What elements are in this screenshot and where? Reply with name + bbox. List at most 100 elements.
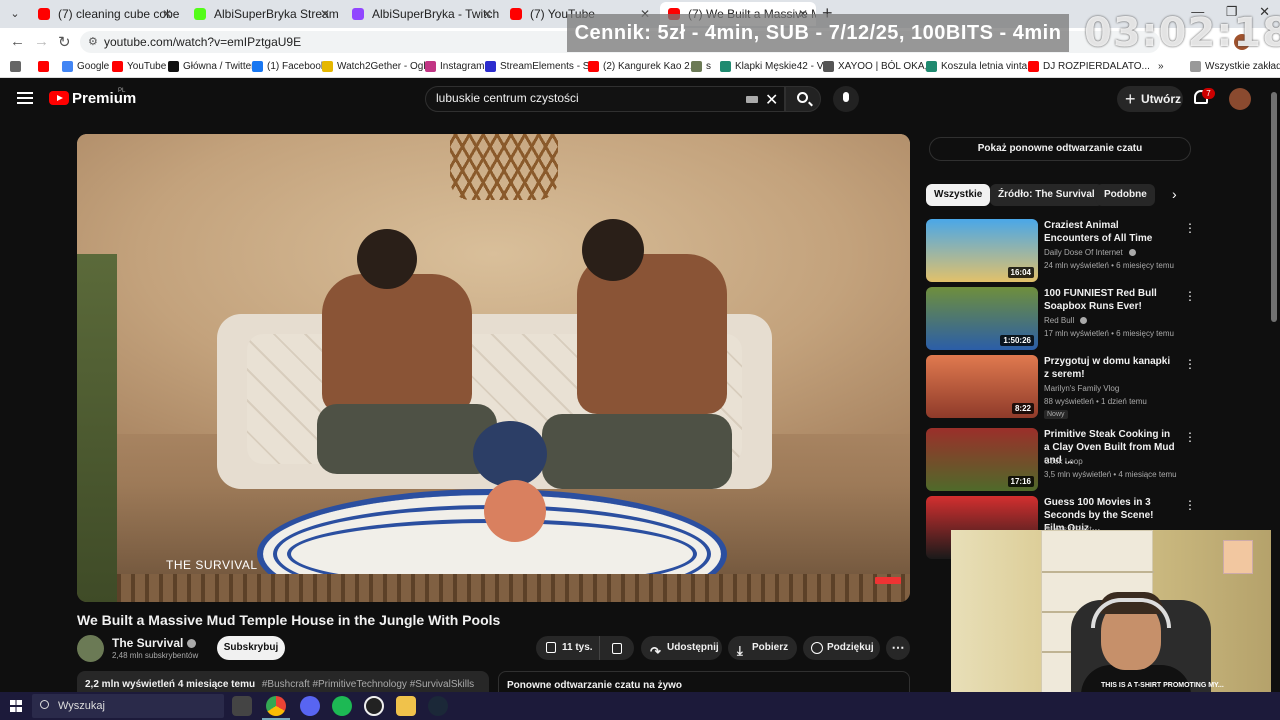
- vinted-icon: [926, 61, 937, 72]
- chevron-right-icon[interactable]: ›: [1172, 186, 1177, 202]
- chip-from-channel[interactable]: Źródło: The Survival: [990, 184, 1103, 206]
- recommendation-channel[interactable]: Red Bull: [1044, 316, 1088, 325]
- video-frame-cloth: [317, 404, 497, 474]
- bookmark-item[interactable]: Klapki Męskie42 - Vi...: [720, 60, 834, 74]
- brand-label[interactable]: Premium: [72, 90, 136, 107]
- bookmark-favicon-icon: [823, 61, 834, 72]
- tab-title: AlbiSuperBryka - Twitch: [372, 7, 500, 21]
- notifications-badge: 7: [1202, 88, 1215, 99]
- bookmark-item[interactable]: Google: [62, 60, 109, 74]
- stream-price-overlay: Cennik: 5zł - 4min, SUB - 7/12/25, 100BI…: [567, 14, 1069, 52]
- plus-icon: +: [1125, 89, 1136, 109]
- video-frame-cloth: [542, 414, 732, 489]
- create-button[interactable]: + Utwórz: [1117, 86, 1183, 112]
- keyboard-icon[interactable]: [746, 96, 758, 103]
- share-button[interactable]: ↷ Udostępnij: [641, 636, 722, 660]
- more-actions-button[interactable]: ⋯: [886, 636, 910, 660]
- account-avatar[interactable]: [1229, 88, 1251, 110]
- thanks-button[interactable]: Podziękuj: [803, 636, 880, 660]
- spotify-icon[interactable]: [332, 696, 352, 716]
- recommendation-thumbnail[interactable]: 1:50:26: [926, 287, 1038, 350]
- recommendation-channel[interactable]: Marilyn's Family Vlog: [1044, 384, 1119, 393]
- menu-icon[interactable]: [17, 92, 33, 104]
- more-vert-icon[interactable]: ⋮: [1184, 498, 1196, 512]
- close-tab-icon[interactable]: ✕: [482, 2, 492, 26]
- youtube-logo-icon[interactable]: [49, 91, 69, 105]
- video-frame-head: [357, 229, 417, 289]
- taskbar-search[interactable]: Wyszukaj: [32, 694, 224, 718]
- all-bookmarks[interactable]: Wszystkie zakładki: [1190, 60, 1280, 74]
- more-vert-icon[interactable]: ⋮: [1184, 221, 1196, 235]
- search-box[interactable]: ✕: [425, 86, 785, 112]
- bookmark-item[interactable]: Instagram: [425, 60, 484, 74]
- channel-name[interactable]: The Survival: [112, 636, 197, 650]
- more-vert-icon[interactable]: ⋮: [1184, 289, 1196, 303]
- browser-tab[interactable]: AlbiSuperBryka Stream - Kick D ✕: [186, 2, 338, 26]
- recommendation-item[interactable]: 8:22 Przygotuj w domu kanapki z serem! M…: [926, 355, 1196, 419]
- subscribe-watermark-icon[interactable]: [875, 577, 901, 584]
- bookmark-item[interactable]: Koszula letnia vinta...: [926, 60, 1036, 74]
- download-button[interactable]: ⤓ Pobierz: [728, 636, 797, 660]
- video-player[interactable]: THE SURVIVAL: [77, 134, 910, 602]
- bookmark-item[interactable]: s: [691, 60, 711, 74]
- bookmark-item[interactable]: XAYOO | BÓL OKA,...: [823, 60, 936, 74]
- thumbs-up-icon: [546, 642, 556, 653]
- search-button[interactable]: [785, 86, 821, 112]
- task-view-icon[interactable]: [232, 696, 252, 716]
- page-scrollbar[interactable]: [1271, 92, 1277, 322]
- thanks-icon: [811, 642, 823, 654]
- bookmark-item[interactable]: Główna / Twitter: [168, 60, 255, 74]
- recommendation-channel[interactable]: Cook Loop: [1044, 457, 1083, 466]
- close-tab-icon[interactable]: ✕: [320, 2, 330, 26]
- recommendation-thumbnail[interactable]: 16:04: [926, 219, 1038, 282]
- discord-icon[interactable]: [300, 696, 320, 716]
- recommendation-channel[interactable]: Daily Dose Of Internet: [1044, 248, 1136, 257]
- browser-tab[interactable]: AlbiSuperBryka - Twitch ✕: [344, 2, 500, 26]
- bookmark-item[interactable]: (1) Facebook: [252, 60, 326, 74]
- subscribe-button[interactable]: Subskrybuj: [217, 636, 285, 660]
- obs-icon[interactable]: [364, 696, 384, 716]
- bookmark-item[interactable]: Watch2Gether - Ogl...: [322, 60, 434, 74]
- like-dislike-group: 11 tys.: [536, 636, 634, 660]
- more-vert-icon[interactable]: ⋮: [1184, 430, 1196, 444]
- forward-arrow-icon[interactable]: →: [34, 33, 49, 50]
- recommendation-item[interactable]: 17:16 Primitive Steak Cooking in a Clay …: [926, 428, 1196, 492]
- show-chat-replay-button[interactable]: Pokaż ponowne odtwarzanie czatu: [929, 137, 1191, 161]
- more-bookmarks-icon[interactable]: »: [1158, 60, 1164, 74]
- bookmark-item[interactable]: (2) Kangurek Kao 2...: [588, 60, 698, 74]
- voice-search-button[interactable]: [833, 86, 859, 112]
- hashtags[interactable]: #Bushcraft #PrimitiveTechnology #Surviva…: [262, 679, 474, 690]
- chrome-icon[interactable]: [266, 696, 286, 716]
- clear-search-icon[interactable]: ✕: [765, 90, 778, 110]
- recommendation-thumbnail[interactable]: 8:22: [926, 355, 1038, 418]
- recommendation-title[interactable]: 100 FUNNIEST Red Bull Soapbox Runs Ever!: [1044, 287, 1176, 313]
- like-button[interactable]: 11 tys.: [536, 636, 600, 660]
- chip-all[interactable]: Wszystkie: [926, 184, 991, 206]
- recommendation-title[interactable]: Przygotuj w domu kanapki z serem!: [1044, 355, 1176, 381]
- recommendation-thumbnail[interactable]: 17:16: [926, 428, 1038, 491]
- reload-icon[interactable]: ↻: [58, 33, 71, 51]
- bookmark-item[interactable]: StreamElements - S...: [485, 60, 598, 74]
- bookmark-item[interactable]: YouTube: [112, 60, 166, 74]
- subscriber-count: 2,48 mln subskrybentów: [112, 651, 199, 660]
- browser-tab[interactable]: (7) cleaning cube cobelstone - Y ✕: [30, 2, 180, 26]
- vinted-icon: [720, 61, 731, 72]
- file-explorer-icon[interactable]: [396, 696, 416, 716]
- windows-start-icon[interactable]: [10, 700, 22, 712]
- chip-related[interactable]: Podobne: [1096, 184, 1155, 206]
- recommendation-item[interactable]: 16:04 Craziest Animal Encounters of All …: [926, 219, 1196, 283]
- site-info-icon[interactable]: ⚙: [88, 31, 98, 53]
- recommendation-item[interactable]: 1:50:26 100 FUNNIEST Red Bull Soapbox Ru…: [926, 287, 1196, 351]
- more-vert-icon[interactable]: ⋮: [1184, 357, 1196, 371]
- close-tab-icon[interactable]: ✕: [162, 2, 172, 26]
- recommendation-title[interactable]: Craziest Animal Encounters of All Time: [1044, 219, 1176, 245]
- steam-icon[interactable]: [428, 696, 448, 716]
- google-icon: [62, 61, 73, 72]
- facebook-icon: [252, 61, 263, 72]
- channel-avatar[interactable]: [77, 635, 104, 662]
- dislike-button[interactable]: [612, 643, 622, 654]
- search-input[interactable]: [436, 91, 736, 105]
- bookmark-item[interactable]: DJ ROZPIERDALATO...: [1028, 60, 1150, 74]
- back-arrow-icon[interactable]: ←: [10, 33, 25, 50]
- tab-search-icon[interactable]: ⌄: [6, 5, 24, 23]
